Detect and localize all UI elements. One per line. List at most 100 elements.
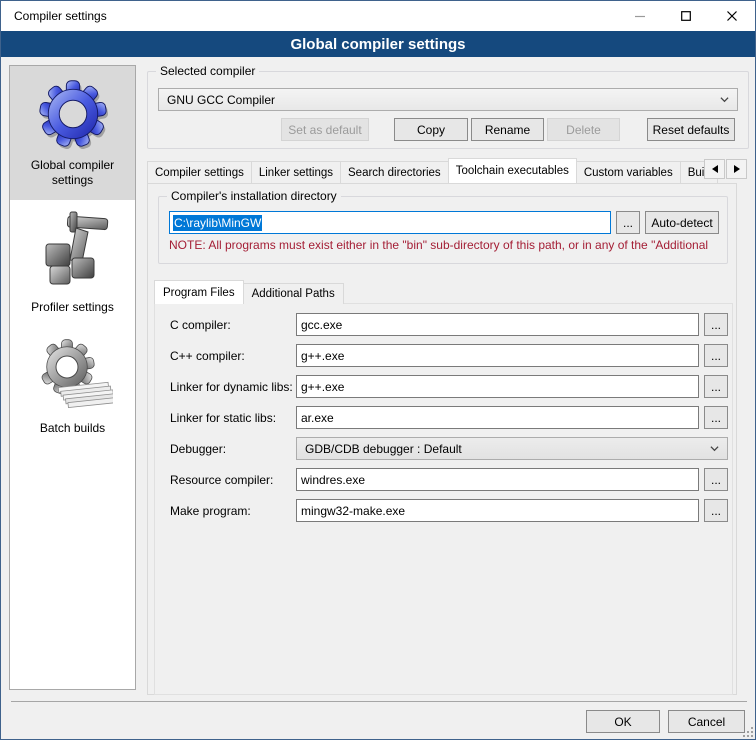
button-label: Cancel [688,715,725,729]
make-program-row: Make program: ... [170,499,728,522]
window-controls [617,1,755,31]
tab-linker-settings[interactable]: Linker settings [251,161,341,183]
browse-dynamic-linker-button[interactable]: ... [704,375,728,398]
sidebar-item-label: Global compiler settings [14,158,131,188]
button-label: ... [711,411,721,425]
subtab-additional-paths[interactable]: Additional Paths [243,283,344,304]
dynamic-linker-row: Linker for dynamic libs: ... [170,375,728,398]
browse-cpp-compiler-button[interactable]: ... [704,344,728,367]
chevron-down-icon [710,444,719,453]
tab-label: Linker settings [259,167,333,179]
button-label: ... [711,504,721,518]
sidebar-item-label: Batch builds [40,421,105,436]
maximize-icon [681,11,691,21]
close-button[interactable] [709,1,755,31]
field-label: C++ compiler: [170,349,296,363]
caliper-blocks-icon [32,210,114,294]
c-compiler-row: C compiler: ... [170,313,728,336]
sidebar-item-batch-builds[interactable]: Batch builds [10,327,135,448]
reset-defaults-button[interactable]: Reset defaults [647,118,735,141]
dynamic-linker-input[interactable] [296,375,699,398]
resource-compiler-row: Resource compiler: ... [170,468,728,491]
tab-scroll-right-button[interactable] [726,159,747,179]
auto-detect-button[interactable]: Auto-detect [645,211,719,234]
set-as-default-button[interactable]: Set as default [281,118,369,141]
rename-button[interactable]: Rename [471,118,544,141]
toolchain-executables-page: Compiler's installation directory C:\ray… [147,183,737,695]
tab-label: Program Files [163,287,235,299]
field-label: C compiler: [170,318,296,332]
subtab-program-files[interactable]: Program Files [154,280,244,304]
arrow-left-icon [712,165,718,173]
cancel-button[interactable]: Cancel [668,710,745,733]
compiler-select[interactable]: GNU GCC Compiler [158,88,738,111]
titlebar: Compiler settings [1,1,755,31]
c-compiler-input[interactable] [296,313,699,336]
cpp-compiler-input[interactable] [296,344,699,367]
button-label: ... [623,216,633,230]
close-icon [727,11,737,21]
tab-custom-variables[interactable]: Custom variables [576,161,681,183]
sidebar-item-profiler-settings[interactable]: Profiler settings [10,200,135,327]
tab-label: Custom variables [584,167,673,179]
tab-search-directories[interactable]: Search directories [340,161,449,183]
tab-toolchain-executables[interactable]: Toolchain executables [448,158,577,183]
button-label: Copy [417,123,445,137]
debugger-select[interactable]: GDB/CDB debugger : Default [296,437,728,460]
debugger-select-value: GDB/CDB debugger : Default [305,442,462,456]
delete-button[interactable]: Delete [547,118,620,141]
arrow-right-icon [734,165,740,173]
program-files-page: C compiler: ... C++ compiler: ... Linker… [154,303,733,695]
program-files-tabbar: Program Files Additional Paths [148,280,736,304]
copy-button[interactable]: Copy [394,118,468,141]
sidebar-item-global-compiler-settings[interactable]: Global compiler settings [10,66,135,200]
sidebar-item-label: Profiler settings [31,300,114,315]
browse-static-linker-button[interactable]: ... [704,406,728,429]
button-label: Rename [485,123,530,137]
button-label: Delete [566,123,601,137]
static-linker-row: Linker for static libs: ... [170,406,728,429]
window-title: Compiler settings [1,9,107,23]
minimize-icon [635,11,645,21]
banner-title: Global compiler settings [290,36,465,53]
compiler-select-value: GNU GCC Compiler [167,93,275,107]
main-panel: Selected compiler GNU GCC Compiler Set a… [147,63,749,695]
ok-button[interactable]: OK [586,710,660,733]
settings-tabbar: Compiler settings Linker settings Search… [147,158,749,183]
browse-directory-button[interactable]: ... [616,211,640,234]
tab-label: Additional Paths [252,288,335,300]
resize-grip[interactable] [743,727,753,737]
group-legend: Compiler's installation directory [167,189,341,203]
maximize-button[interactable] [663,1,709,31]
settings-category-list: Global compiler settings [9,65,136,690]
field-label: Make program: [170,504,296,518]
group-legend: Selected compiler [156,64,259,78]
installation-directory-input[interactable]: C:\raylib\MinGW [169,211,611,234]
browse-resource-compiler-button[interactable]: ... [704,468,728,491]
tab-scroll-left-button[interactable] [704,159,725,179]
static-linker-input[interactable] [296,406,699,429]
minimize-button[interactable] [617,1,663,31]
browse-c-compiler-button[interactable]: ... [704,313,728,336]
tab-scroll-arrows [703,159,747,179]
field-label: Debugger: [170,442,296,456]
button-label: ... [711,473,721,487]
tab-compiler-settings[interactable]: Compiler settings [147,161,252,183]
dialog-banner: Global compiler settings [1,31,755,57]
selected-text: C:\raylib\MinGW [173,215,262,231]
cpp-compiler-row: C++ compiler: ... [170,344,728,367]
button-label: ... [711,380,721,394]
button-label: Auto-detect [651,216,712,230]
gray-gear-stack-icon [33,337,113,415]
resource-compiler-input[interactable] [296,468,699,491]
browse-make-program-button[interactable]: ... [704,499,728,522]
tab-label: Toolchain executables [456,165,569,177]
selected-compiler-group: Selected compiler GNU GCC Compiler Set a… [147,71,749,149]
make-program-input[interactable] [296,499,699,522]
compiler-settings-dialog: Compiler settings Global compiler settin… [0,0,756,740]
chevron-down-icon [720,95,729,104]
compiler-actions: Set as default Copy Rename Delete Reset … [148,118,748,141]
button-label: Reset defaults [653,123,730,137]
debugger-row: Debugger: GDB/CDB debugger : Default [170,437,728,460]
installation-note: NOTE: All programs must exist either in … [169,238,739,252]
